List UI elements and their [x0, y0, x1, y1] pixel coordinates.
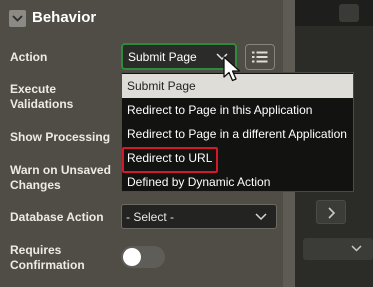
- dropdown-option-redirect-page-different-app[interactable]: Redirect to Page in a different Applicat…: [122, 122, 353, 146]
- section-collapse-toggle[interactable]: [9, 10, 26, 27]
- right-pane-toolbar-button[interactable]: [339, 4, 359, 22]
- dropdown-option-label: Redirect to Page in a different Applicat…: [127, 127, 347, 141]
- dropdown-option-defined-by-dynamic-action[interactable]: Defined by Dynamic Action: [122, 170, 353, 194]
- database-action-label: Database Action: [10, 210, 104, 224]
- toggle-knob: [123, 248, 141, 266]
- show-processing-label: Show Processing: [10, 130, 111, 144]
- requires-confirmation-label-line2: Confirmation: [10, 258, 85, 272]
- execute-validations-label-line1: Execute: [10, 82, 57, 96]
- chevron-down-icon: [255, 213, 267, 221]
- warn-unsaved-label-line2: Changes: [10, 178, 61, 192]
- database-action-select[interactable]: - Select -: [121, 204, 277, 229]
- action-dropdown-list: Submit Page Redirect to Page in this App…: [121, 72, 354, 192]
- right-pane-select[interactable]: [303, 238, 373, 260]
- page-designer-screen: Behavior Action Execute Validations Show…: [0, 0, 373, 287]
- dropdown-option-redirect-page-this-app[interactable]: Redirect to Page in this Application: [122, 98, 353, 122]
- action-select[interactable]: Submit Page: [121, 43, 237, 70]
- database-action-select-value: - Select -: [126, 210, 175, 224]
- warn-unsaved-label-line1: Warn on Unsaved: [10, 163, 111, 177]
- execute-validations-label-line2: Validations: [10, 97, 74, 111]
- dropdown-option-label: Defined by Dynamic Action: [127, 175, 271, 189]
- requires-confirmation-label-line1: Requires: [10, 243, 62, 257]
- mouse-cursor-icon: [223, 56, 241, 82]
- list-view-button[interactable]: [245, 44, 275, 70]
- list-icon: [252, 51, 268, 63]
- requires-confirmation-toggle[interactable]: [121, 246, 165, 268]
- chevron-right-icon: [328, 207, 336, 219]
- highlight-annotation-box: [122, 147, 218, 173]
- chevron-down-icon: [12, 15, 23, 22]
- dropdown-option-label: Submit Page: [127, 79, 196, 93]
- dropdown-option-label: Redirect to Page in this Application: [127, 103, 313, 117]
- action-label: Action: [10, 50, 48, 64]
- action-select-value: Submit Page: [128, 50, 197, 64]
- section-title: Behavior: [32, 9, 97, 26]
- chevron-down-icon: [351, 245, 362, 252]
- right-pane-nav-button[interactable]: [316, 200, 346, 224]
- right-pane-toolbar: [295, 0, 373, 26]
